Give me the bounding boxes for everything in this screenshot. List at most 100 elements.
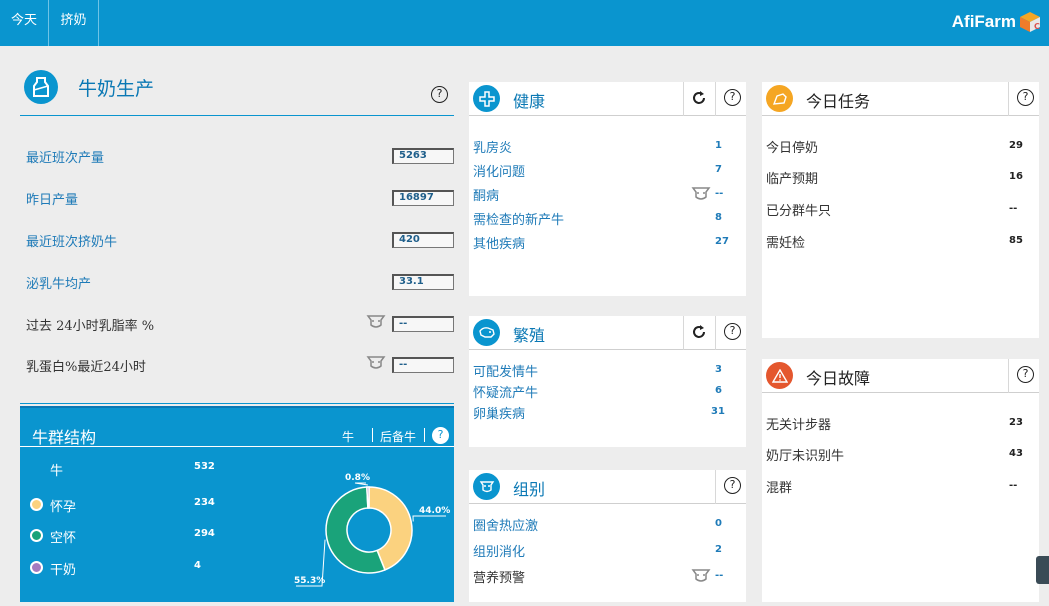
- breeding-item-heat[interactable]: 可配发情牛: [473, 361, 538, 380]
- health-item-value: 1: [715, 140, 722, 151]
- milk-row-label: 过去 24小时乳脂率 %: [26, 319, 155, 334]
- milk-row-value: --: [392, 316, 454, 332]
- herd-donut-chart: 44.0% 55.3% 0.8%: [294, 473, 450, 587]
- donut-leader-line-0: [412, 515, 446, 522]
- faults-item-unidentified[interactable]: 奶厅未识别牛: [766, 445, 844, 464]
- milk-help-icon[interactable]: ?: [431, 86, 448, 103]
- groups-help-icon[interactable]: ?: [724, 477, 741, 494]
- milk-row-label: 乳蛋白%最近24小时: [26, 360, 146, 375]
- milk-row-value: 420: [392, 232, 454, 248]
- milk-row-avg-per-cow: 泌乳牛均产 33.1: [26, 273, 456, 293]
- cow-icon: [691, 569, 711, 582]
- cow-icon: [366, 356, 386, 369]
- tasks-item-dry-off[interactable]: 今日停奶: [766, 137, 818, 156]
- groups-item-digestion[interactable]: 组别消化: [473, 541, 525, 560]
- tab-milking[interactable]: 挤奶: [49, 0, 99, 46]
- milk-divider: [20, 403, 454, 404]
- milk-row-yesterday-yield: 昨日产量 16897: [26, 189, 456, 209]
- tasks-help-icon[interactable]: ?: [1017, 89, 1034, 106]
- breeding-item-value: 3: [715, 364, 722, 375]
- herd-row-total: 牛 532: [20, 460, 230, 479]
- groups-item-nutrition[interactable]: 营养预警: [473, 567, 525, 586]
- herd-row-label: 空怀: [50, 531, 77, 546]
- herd-row-dry[interactable]: 干奶 4: [20, 559, 230, 578]
- tasks-item-value: 85: [1009, 235, 1023, 246]
- groups-herd-icon: [473, 473, 500, 500]
- health-card: 健康 ? 乳房炎 1 消化问题 7 酮病 -- 需检查的新产牛 8 其他疾病 2…: [469, 82, 746, 296]
- breeding-card-title: 繁殖: [513, 326, 546, 345]
- herd-help-icon[interactable]: ?: [432, 427, 449, 444]
- cow-icon: [366, 315, 386, 328]
- faults-card: 今日故障 ? 无关计步器 23 奶厅未识别牛 43 混群 --: [762, 359, 1039, 602]
- breeding-card-header: 繁殖 ?: [469, 316, 746, 350]
- breeding-help-icon[interactable]: ?: [724, 323, 741, 340]
- refresh-icon[interactable]: [690, 323, 708, 341]
- groups-card: 组别 ? 圈舍热应激 0 组别消化 2 营养预警 --: [469, 470, 746, 602]
- herd-row-pregnant[interactable]: 怀孕 234: [20, 496, 230, 515]
- breeding-item-ovarian[interactable]: 卵巢疾病: [473, 403, 525, 422]
- milk-row-value: 33.1: [392, 274, 454, 290]
- health-card-header: 健康 ?: [469, 82, 746, 116]
- faults-card-title: 今日故障: [806, 369, 871, 388]
- donut-label-1: 55.3%: [294, 576, 325, 586]
- health-item-other[interactable]: 其他疾病: [473, 233, 525, 252]
- legend-dot-pregnant: [30, 498, 43, 511]
- tasks-item-grouped[interactable]: 已分群牛只: [766, 200, 831, 219]
- herd-tab-cows[interactable]: 牛: [342, 428, 354, 445]
- groups-item-value: 0: [715, 518, 722, 529]
- herd-row-label: 怀孕: [50, 500, 77, 515]
- legend-dot-open: [30, 529, 43, 542]
- faults-item-value: 43: [1009, 448, 1023, 459]
- health-item-fresh-check[interactable]: 需检查的新产牛: [473, 209, 564, 228]
- donut-label-2: 0.8%: [345, 473, 370, 483]
- card-header-separator: [1008, 359, 1009, 393]
- milk-row-label: 最近班次挤奶牛: [26, 235, 118, 250]
- health-card-title: 健康: [513, 92, 546, 111]
- groups-item-heat-stress[interactable]: 圈舍热应激: [473, 515, 538, 534]
- health-item-value: --: [715, 188, 724, 199]
- milk-production-title: 牛奶生产: [78, 78, 155, 100]
- donut-slice-2[interactable]: [366, 486, 370, 509]
- herd-row-open[interactable]: 空怀 294: [20, 527, 230, 546]
- herd-row-value: 234: [194, 497, 215, 508]
- groups-item-value: --: [715, 570, 724, 581]
- tasks-card: 今日任务 ? 今日停奶 29 临产预期 16 已分群牛只 -- 需妊检 85: [762, 82, 1039, 338]
- milk-row-last-shift-yield: 最近班次产量 5263: [26, 147, 456, 167]
- herd-tab-heifers[interactable]: 后备牛: [380, 428, 416, 445]
- health-help-icon[interactable]: ?: [724, 89, 741, 106]
- breeding-item-value: 31: [711, 406, 725, 417]
- faults-item-pedometer[interactable]: 无关计步器: [766, 414, 831, 433]
- donut-leader-line-2: [354, 482, 368, 486]
- milk-row-label: 昨日产量: [26, 193, 79, 208]
- herd-title: 牛群结构: [32, 428, 97, 447]
- tasks-card-title: 今日任务: [806, 92, 871, 111]
- herd-row-value: 4: [194, 560, 201, 571]
- logo-text: AfiFarm: [951, 12, 1016, 31]
- faults-card-header: 今日故障 ?: [762, 359, 1039, 393]
- breeding-cow-icon: [473, 319, 500, 346]
- groups-card-title: 组别: [513, 480, 546, 499]
- health-item-mastitis[interactable]: 乳房炎: [473, 137, 512, 156]
- card-header-separator: [715, 82, 716, 116]
- breeding-card: 繁殖 ? 可配发情牛 3 怀疑流产牛 6 卵巢疾病 31: [469, 316, 746, 447]
- faults-item-mixed-group[interactable]: 混群: [766, 477, 792, 496]
- herd-row-value: 294: [194, 528, 215, 539]
- tab-today[interactable]: 今天: [0, 0, 49, 46]
- breeding-item-abortion[interactable]: 怀疑流产牛: [473, 382, 538, 401]
- milk-row-label: 最近班次产量: [26, 151, 105, 166]
- tasks-item-value: --: [1009, 203, 1018, 214]
- health-item-digestive[interactable]: 消化问题: [473, 161, 525, 180]
- legend-dot-dry: [30, 561, 43, 574]
- milk-row-last-shift-cows: 最近班次挤奶牛 420: [26, 231, 456, 251]
- milk-row-value: 16897: [392, 190, 454, 206]
- health-item-ketosis[interactable]: 酮病: [473, 185, 499, 204]
- herd-row-value: 532: [194, 461, 215, 472]
- faults-help-icon[interactable]: ?: [1017, 366, 1034, 383]
- refresh-icon[interactable]: [690, 89, 708, 107]
- side-panel-handle[interactable]: [1036, 556, 1049, 584]
- tasks-item-preg-check[interactable]: 需妊检: [766, 232, 805, 251]
- tasks-card-header: 今日任务 ?: [762, 82, 1039, 116]
- faults-warning-icon: [766, 362, 793, 389]
- tasks-item-calving[interactable]: 临产预期: [766, 168, 818, 187]
- faults-item-value: 23: [1009, 417, 1023, 428]
